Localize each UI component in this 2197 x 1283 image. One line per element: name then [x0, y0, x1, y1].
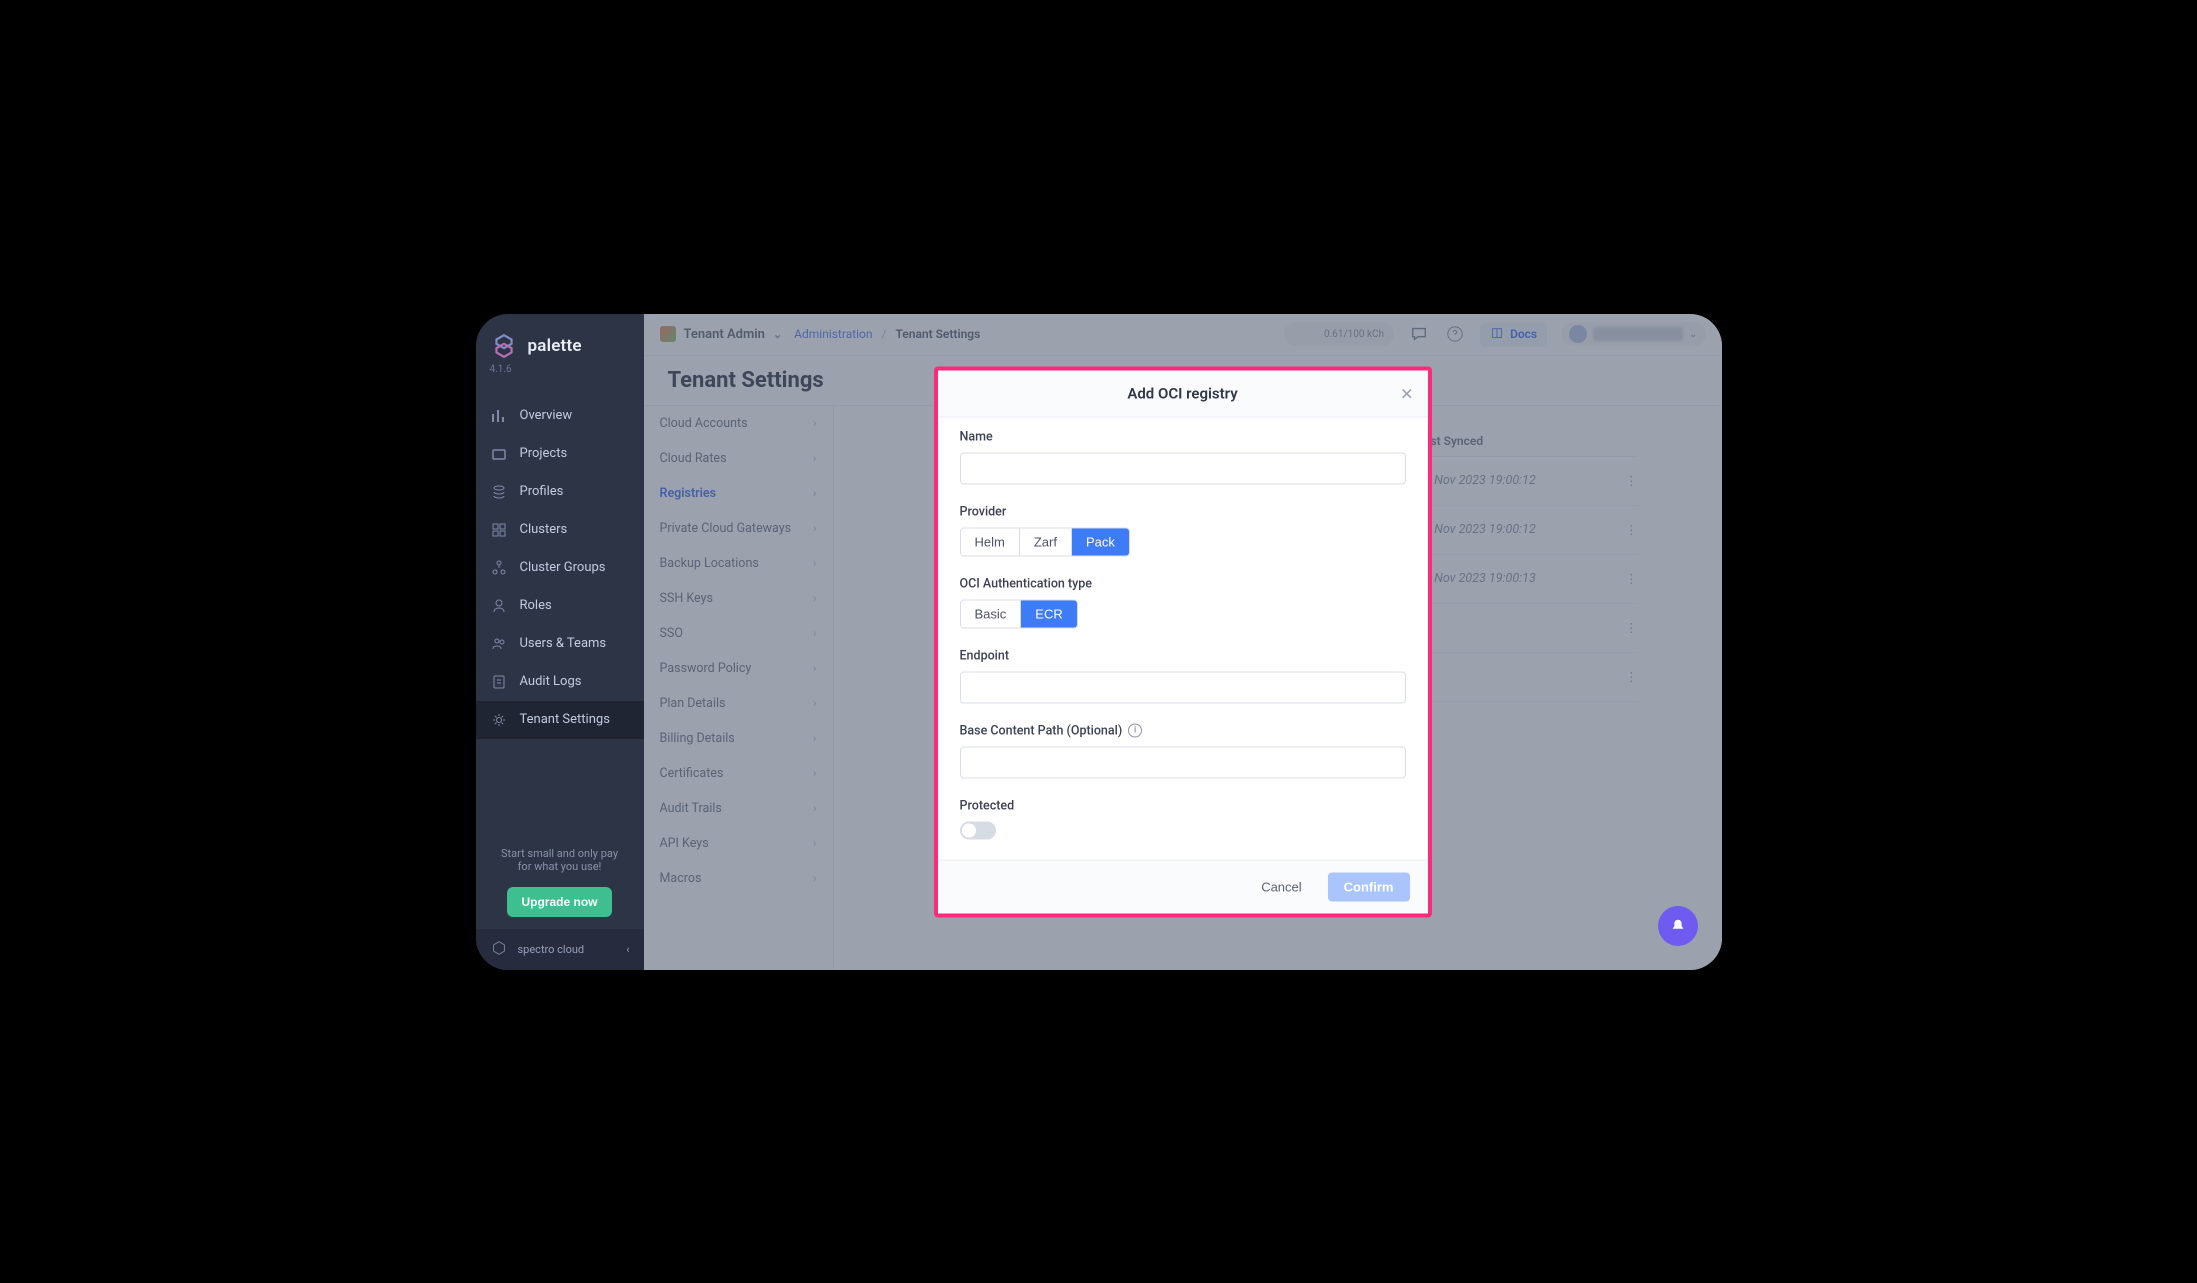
auth-segment: Basic ECR [960, 599, 1078, 628]
provider-option-helm[interactable]: Helm [961, 528, 1020, 555]
brand-name: palette [528, 336, 582, 356]
field-endpoint: Endpoint [960, 648, 1406, 703]
cancel-button[interactable]: Cancel [1245, 872, 1317, 901]
modal-body: Name Provider Helm Zarf Pack [938, 417, 1428, 859]
label-name: Name [960, 429, 1406, 444]
modal-header: Add OCI registry ✕ [938, 370, 1428, 417]
field-auth-type: OCI Authentication type Basic ECR [960, 576, 1406, 628]
chart-icon [490, 407, 508, 425]
label-provider: Provider [960, 504, 1406, 519]
log-icon [490, 673, 508, 691]
sidebar-item-cluster-groups[interactable]: Cluster Groups [476, 549, 644, 587]
sidebar-item-label: Clusters [520, 522, 568, 537]
label-auth-type: OCI Authentication type [960, 576, 1406, 591]
sidebar-item-label: Projects [520, 446, 568, 461]
sidebar-item-label: Profiles [520, 484, 564, 499]
sidebar-item-label: Users & Teams [520, 636, 607, 651]
sidebar-item-label: Roles [520, 598, 552, 613]
grid-icon [490, 521, 508, 539]
upsell-line: for what you use! [488, 860, 632, 873]
provider-option-pack[interactable]: Pack [1072, 528, 1129, 555]
stack-icon [490, 483, 508, 501]
modal-container: Add OCI registry ✕ Name Provider Helm [934, 366, 1432, 917]
close-icon[interactable]: ✕ [1400, 384, 1413, 403]
auth-option-basic[interactable]: Basic [961, 600, 1022, 627]
brand-logo: palette [476, 314, 644, 364]
sidebar: palette 4.1.6 Overview Projects Profiles… [476, 314, 644, 970]
sidebar-item-overview[interactable]: Overview [476, 397, 644, 435]
sidebar-item-users-teams[interactable]: Users & Teams [476, 625, 644, 663]
person-icon [490, 597, 508, 615]
label-protected: Protected [960, 798, 1406, 813]
protected-toggle[interactable] [960, 821, 996, 839]
upgrade-button[interactable]: Upgrade now [507, 887, 611, 917]
sidebar-footer[interactable]: spectro cloud ‹ [476, 929, 644, 970]
upsell-text: Start small and only pay for what you us… [476, 841, 644, 879]
field-base-path: Base Content Path (Optional) i [960, 723, 1406, 778]
upsell-line: Start small and only pay [488, 847, 632, 860]
sidebar-item-label: Overview [520, 408, 573, 423]
sidebar-item-label: Cluster Groups [520, 560, 606, 575]
sidebar-item-roles[interactable]: Roles [476, 587, 644, 625]
field-provider: Provider Helm Zarf Pack [960, 504, 1406, 556]
sidebar-item-tenant-settings[interactable]: Tenant Settings [476, 701, 644, 739]
base-path-input[interactable] [960, 746, 1406, 778]
label-base-path-text: Base Content Path (Optional) [960, 723, 1123, 738]
label-endpoint: Endpoint [960, 648, 1406, 663]
modal-title: Add OCI registry [1127, 384, 1237, 402]
gear-icon [490, 711, 508, 729]
name-input[interactable] [960, 452, 1406, 484]
help-fab[interactable] [1658, 906, 1698, 946]
modal-footer: Cancel Confirm [938, 859, 1428, 913]
people-icon [490, 635, 508, 653]
auth-option-ecr[interactable]: ECR [1021, 600, 1076, 627]
version-label: 4.1.6 [476, 364, 644, 389]
sidebar-footer-label: spectro cloud [518, 943, 585, 956]
sidebar-item-projects[interactable]: Projects [476, 435, 644, 473]
sidebar-item-clusters[interactable]: Clusters [476, 511, 644, 549]
sidebar-item-label: Audit Logs [520, 674, 582, 689]
endpoint-input[interactable] [960, 671, 1406, 703]
provider-segment: Helm Zarf Pack [960, 527, 1130, 556]
chevron-left-icon: ‹ [626, 943, 629, 956]
field-protected: Protected [960, 798, 1406, 839]
main-area: Tenant Admin ⌄ Administration / Tenant S… [644, 314, 1722, 970]
confirm-button[interactable]: Confirm [1328, 872, 1410, 901]
app-frame: palette 4.1.6 Overview Projects Profiles… [476, 314, 1722, 970]
folder-icon [490, 445, 508, 463]
sidebar-item-profiles[interactable]: Profiles [476, 473, 644, 511]
label-base-path: Base Content Path (Optional) i [960, 723, 1406, 738]
cloud-icon [490, 939, 508, 960]
add-oci-registry-modal: Add OCI registry ✕ Name Provider Helm [938, 370, 1428, 913]
toggle-knob [962, 823, 976, 837]
bell-icon [1669, 917, 1687, 935]
sidebar-nav: Overview Projects Profiles Clusters Clus… [476, 389, 644, 841]
modal-highlight-border: Add OCI registry ✕ Name Provider Helm [934, 366, 1432, 917]
logo-icon [490, 332, 518, 360]
provider-option-zarf[interactable]: Zarf [1020, 528, 1072, 555]
sidebar-item-label: Tenant Settings [520, 712, 610, 727]
info-icon[interactable]: i [1128, 724, 1142, 738]
field-name: Name [960, 429, 1406, 484]
nodes-icon [490, 559, 508, 577]
sidebar-item-audit-logs[interactable]: Audit Logs [476, 663, 644, 701]
